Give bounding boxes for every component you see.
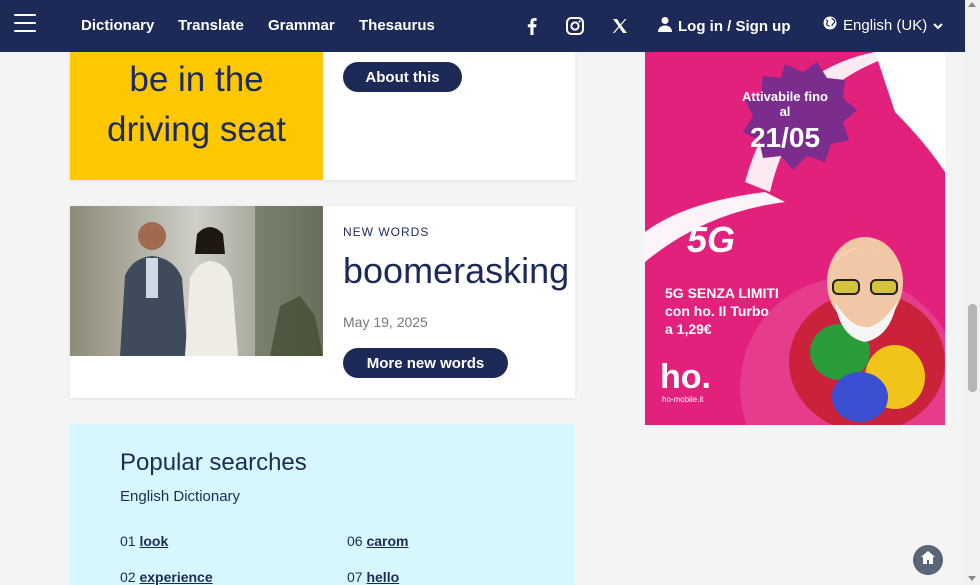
about-this-button[interactable]: About this [343,62,462,92]
facebook-icon[interactable] [522,17,542,35]
ad-badge-line-2: 21/05 [749,122,821,153]
login-label: Log in / Sign up [678,17,791,35]
popular-item-number: 06 [347,533,363,549]
scroll-down-icon[interactable] [968,576,976,581]
scrollbar-thumb[interactable] [968,304,977,392]
popular-item: 06 carom [347,533,409,549]
ad-logo: ho. [660,358,711,396]
globe-icon [823,16,837,34]
x-icon[interactable] [610,17,630,35]
popular-searches-title: Popular searches [120,449,307,476]
popular-item: 01 look [120,533,168,549]
new-word-date: May 19, 2025 [343,314,428,330]
new-words-card: NEW WORDS boomerasking May 19, 2025 More… [70,206,575,398]
login-signup[interactable]: Log in / Sign up [658,16,790,36]
popular-item: 07 hello [347,569,399,585]
instagram-icon[interactable] [565,17,585,35]
popular-searches: Popular searches English Dictionary 01 l… [70,424,575,585]
new-words-category: NEW WORDS [343,225,430,239]
popular-item-link[interactable]: look [139,533,168,549]
idiom-line-2: driving seat [107,110,286,149]
ad-url: ho-mobile.it [662,395,704,404]
more-new-words-button[interactable]: More new words [343,348,508,378]
idiom-panel: be in the driving seat [70,52,323,180]
home-button[interactable] [913,545,943,575]
scroll-up-icon[interactable] [968,2,976,7]
ad-5g-tag: 5G [687,219,736,260]
idiom-line-1: be in the [129,60,264,99]
user-icon [658,16,672,36]
chevron-down-icon [933,17,943,34]
page: Dictionary Translate Grammar Thesaurus L… [0,0,980,585]
language-label: English (UK) [843,16,928,34]
popular-item-number: 02 [120,569,136,585]
ad-line-3: a 1,29€ [665,321,712,337]
popular-item-number: 01 [120,533,136,549]
advertisement[interactable]: Attivabile fino al 21/05 5G 5G SENZA LIM… [645,52,945,425]
popular-item-link[interactable]: experience [139,569,212,585]
ad-line-1: 5G SENZA LIMITI [665,285,779,301]
nav-grammar[interactable]: Grammar [268,17,335,34]
popular-item: 02 experience [120,569,213,585]
popular-searches-subtitle: English Dictionary [120,488,241,505]
new-word-title[interactable]: boomerasking [343,250,569,292]
home-icon [920,550,936,570]
nav-thesaurus[interactable]: Thesaurus [359,17,435,34]
ad-line-2: con ho. Il Turbo [665,303,769,319]
ad-badge-line-1: Attivabile fino al [742,89,828,119]
menu-icon[interactable] [14,14,36,34]
scrollbar-track[interactable] [965,0,980,585]
business-people-photo [70,206,323,356]
idiom-text[interactable]: be in the driving seat [70,55,323,155]
popular-item-link[interactable]: hello [366,569,399,585]
idiom-card: be in the driving seat About this [70,52,575,180]
popular-item-number: 07 [347,569,363,585]
popular-item-link[interactable]: carom [366,533,408,549]
nav-translate[interactable]: Translate [178,17,244,34]
nav-dictionary[interactable]: Dictionary [81,17,154,34]
language-selector[interactable]: English (UK) [823,16,943,34]
top-navigation: Dictionary Translate Grammar Thesaurus L… [0,0,965,52]
